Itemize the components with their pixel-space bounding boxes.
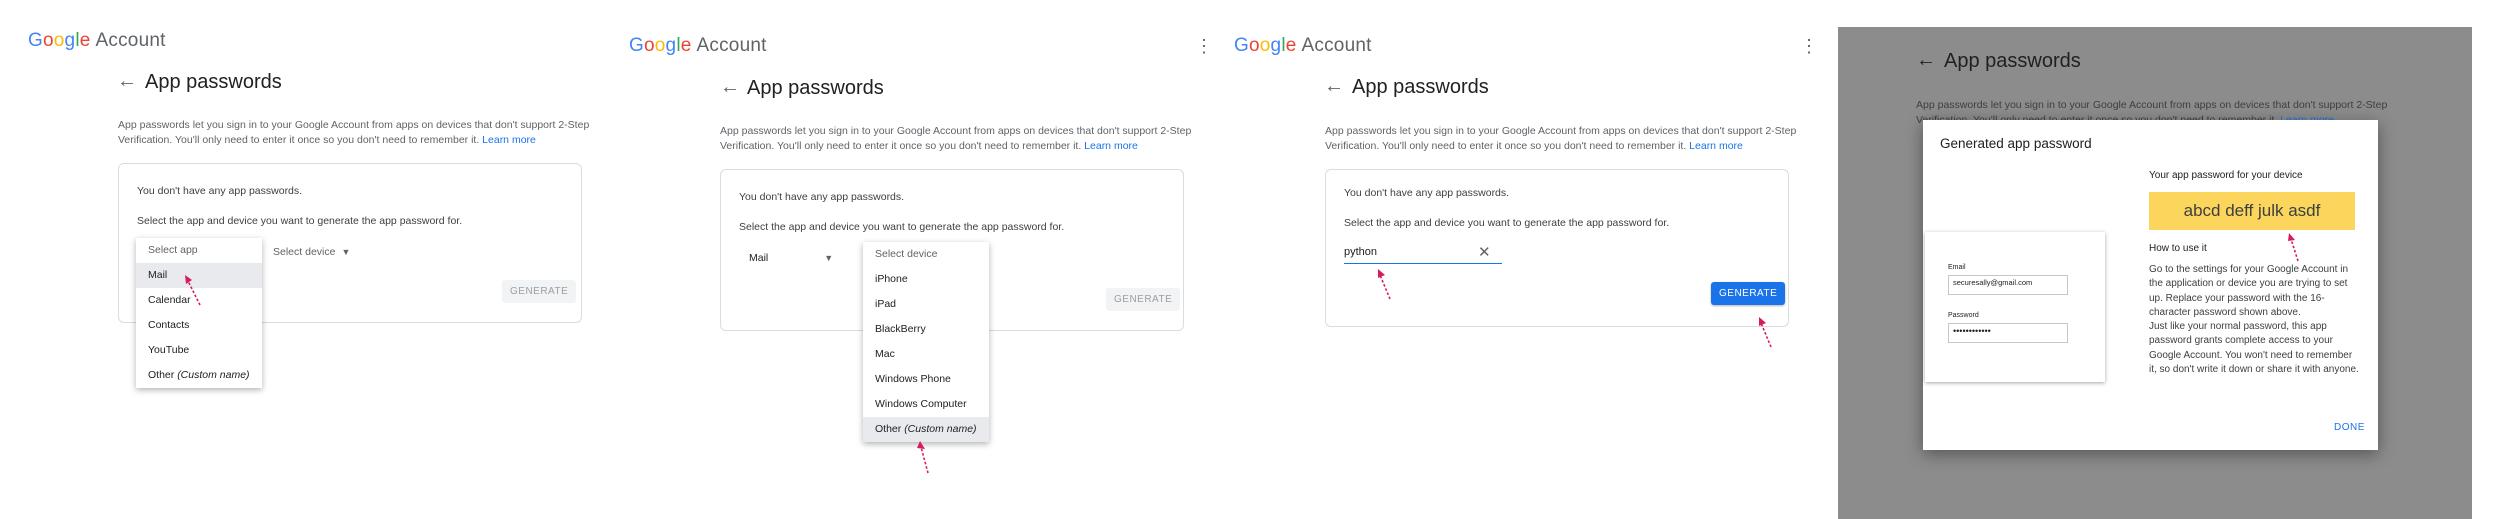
select-device-dropdown[interactable]: Select device ▼ [273, 246, 350, 258]
no-passwords-text: You don't have any app passwords. [739, 191, 905, 203]
menu-item-other[interactable]: Other (Custom name) [863, 417, 989, 442]
password-label: Password [1948, 312, 1979, 319]
page-title: App passwords [145, 71, 282, 93]
annotation-arrow-icon [1759, 317, 1772, 348]
menu-item-mac[interactable]: Mac [863, 342, 989, 367]
menu-item-windows-computer[interactable]: Windows Computer [863, 392, 989, 417]
close-icon[interactable]: ✕ [1478, 243, 1491, 261]
select-app-dropdown[interactable]: Mail ▼ [749, 252, 833, 264]
learn-more-link[interactable]: Learn more [1084, 140, 1138, 152]
select-instruction: Select the app and device you want to ge… [1344, 217, 1670, 229]
chevron-down-icon: ▼ [824, 253, 834, 263]
annotation-arrow-icon [1378, 269, 1391, 300]
select-app-menu[interactable]: Select app Mail Calendar Contacts YouTub… [136, 238, 262, 388]
step2-panel: Google Account ⋮ ← App passwords App pass… [612, 0, 1212, 519]
select-device-menu[interactable]: Select device iPhone iPad BlackBerry Mac… [863, 242, 989, 442]
menu-item-youtube[interactable]: YouTube [136, 338, 262, 363]
page-title: App passwords [747, 77, 884, 99]
how-to-use-heading: How to use it [2149, 243, 2207, 254]
dialog-title: Generated app password [1940, 136, 2092, 151]
google-account-logo[interactable]: Google Account [629, 35, 767, 57]
page-description: App passwords let you sign in to your Go… [118, 119, 590, 146]
menu-item-windows-phone[interactable]: Windows Phone [863, 367, 989, 392]
generated-password-dialog: Generated app password Email securesally… [1923, 120, 2378, 450]
more-vert-icon[interactable]: ⋮ [1800, 37, 1816, 55]
google-account-logo[interactable]: Google Account [28, 30, 166, 52]
more-vert-icon[interactable]: ⋮ [594, 31, 600, 49]
google-account-logo[interactable]: Google Account [1234, 35, 1372, 57]
chevron-down-icon: ▼ [341, 247, 351, 257]
step4-panel: ← App passwords App passwords let you si… [1838, 27, 2472, 519]
page-description: App passwords let you sign in to your Go… [720, 125, 1192, 152]
generate-button[interactable]: GENERATE [1711, 282, 1786, 305]
menu-item-ipad[interactable]: iPad [863, 292, 989, 317]
how-to-use-text: Go to the settings for your Google Accou… [2149, 264, 2359, 376]
back-arrow-icon[interactable]: ← [1324, 75, 1344, 98]
menu-item-blackberry[interactable]: BlackBerry [863, 317, 989, 342]
email-field: securesally@gmail.com [1948, 275, 2068, 295]
page-title: App passwords [1352, 76, 1489, 98]
select-instruction: Select the app and device you want to ge… [137, 215, 463, 227]
page-description: App passwords let you sign in to your Go… [1325, 125, 1797, 152]
select-app-placeholder[interactable]: Select app [136, 238, 262, 263]
back-arrow-icon[interactable]: ← [1916, 49, 1936, 72]
back-arrow-icon[interactable]: ← [117, 70, 137, 93]
no-passwords-text: You don't have any app passwords. [137, 185, 303, 197]
step1-panel: GoogleAccount ⋮ ← App passwords App pass… [0, 0, 600, 519]
done-button[interactable]: DONE [2334, 422, 2365, 433]
generated-password: abcd deff julk asdf [2149, 192, 2355, 230]
email-label: Email [1948, 264, 1966, 271]
password-field: •••••••••••• [1948, 323, 2068, 343]
no-passwords-text: You don't have any app passwords. [1344, 187, 1510, 199]
device-illustration: Email securesally@gmail.com Password •••… [1925, 232, 2105, 382]
generate-button[interactable]: GENERATE [1106, 288, 1181, 311]
app-password-card: You don't have any app passwords. Select… [1325, 169, 1789, 327]
back-arrow-icon[interactable]: ← [720, 76, 740, 99]
step3-panel: Google Account ⋮ ← App passwords App pass… [1216, 0, 1816, 519]
page-title: App passwords [1944, 50, 2081, 72]
select-instruction: Select the app and device you want to ge… [739, 221, 1065, 233]
menu-item-iphone[interactable]: iPhone [863, 267, 989, 292]
annotation-arrow-icon [2288, 233, 2299, 262]
annotation-arrow-icon [185, 275, 201, 306]
password-heading: Your app password for your device [2149, 170, 2303, 181]
learn-more-link[interactable]: Learn more [482, 134, 536, 146]
menu-item-other[interactable]: Other (Custom name) [136, 363, 262, 388]
generate-button[interactable]: GENERATE [502, 280, 577, 303]
more-vert-icon[interactable]: ⋮ [1195, 37, 1212, 55]
menu-item-contacts[interactable]: Contacts [136, 313, 262, 338]
learn-more-link[interactable]: Learn more [1689, 140, 1743, 152]
select-device-placeholder[interactable]: Select device [863, 242, 989, 267]
annotation-arrow-icon [917, 441, 929, 474]
